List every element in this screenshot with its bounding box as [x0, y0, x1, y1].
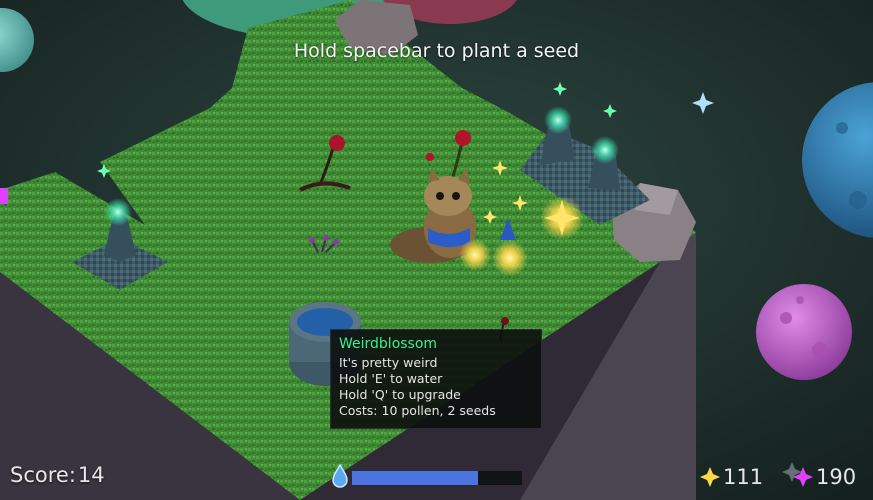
tooltip-title: Weirdblossom [339, 336, 438, 352]
score-display: Score:14 [10, 463, 105, 487]
magenta-star-icon [793, 467, 813, 487]
seed-count: 190 [816, 465, 857, 489]
water-meter [330, 464, 525, 488]
score-value: 14 [77, 463, 105, 487]
pollen-counter: 111 [700, 463, 763, 491]
yellow-star-icon [700, 467, 720, 487]
seed-counter: 190 [793, 463, 856, 491]
tooltip-line: It's pretty weird [339, 355, 438, 370]
pollen-count: 111 [723, 465, 764, 489]
tooltip-line: Hold 'E' to water [339, 371, 443, 386]
water-drop-icon [332, 464, 348, 488]
score-label: Score: [10, 463, 76, 487]
plant-tooltip: Weirdblossom It's pretty weird Hold 'E' … [330, 329, 542, 429]
water-bar-track [352, 471, 522, 485]
tooltip-line: Costs: 10 pollen, 2 seeds [339, 403, 496, 418]
planet-pink [756, 284, 852, 380]
tooltip-line: Hold 'Q' to upgrade [339, 387, 461, 402]
hint-text: Hold spacebar to plant a seed [293, 40, 580, 62]
water-bar-fill [352, 471, 478, 485]
